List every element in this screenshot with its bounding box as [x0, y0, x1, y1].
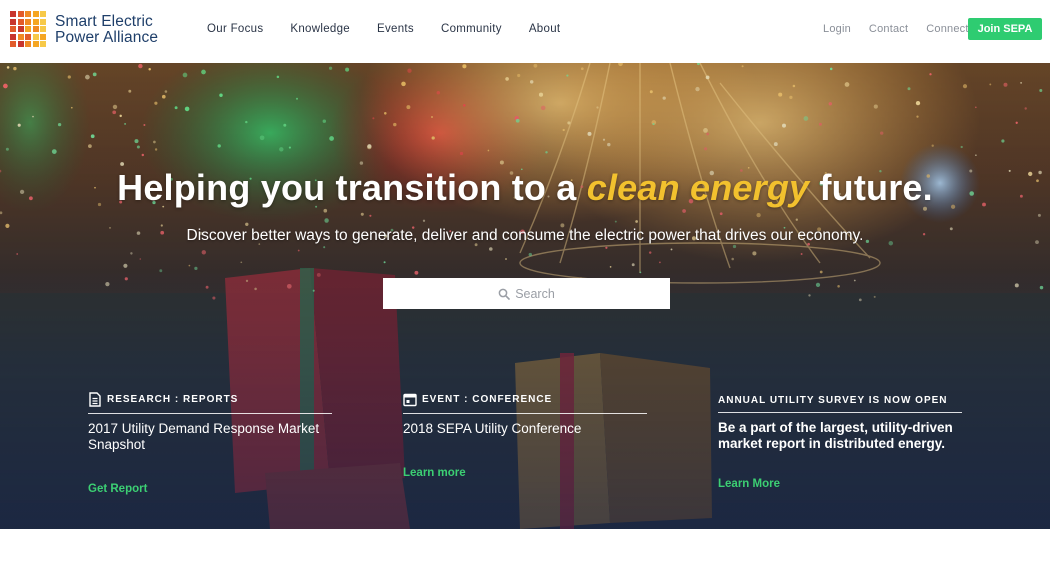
sepa-logo[interactable]: Smart Electric Power Alliance [10, 11, 158, 48]
get-report-link[interactable]: Get Report [88, 483, 147, 495]
nav-community[interactable]: Community [441, 23, 502, 35]
feature-category: ANNUAL UTILITY SURVEY IS NOW OPEN [718, 392, 962, 408]
feature-event-conference: EVENT : CONFERENCE 2018 SEPA Utility Con… [403, 391, 647, 437]
hero-title-end: future. [809, 167, 933, 208]
site-header: Smart Electric Power Alliance Our Focus … [0, 0, 1050, 63]
hero-banner: Helping you transition to a clean energy… [0, 63, 1050, 529]
feature-title: 2018 SEPA Utility Conference [403, 421, 582, 436]
feature-category: RESEARCH : REPORTS [88, 391, 332, 407]
logo-text: Smart Electric Power Alliance [55, 12, 159, 46]
learn-more-survey-link[interactable]: Learn More [718, 478, 780, 490]
divider [403, 413, 647, 414]
main-nav: Our Focus Knowledge Events Community Abo… [207, 23, 587, 35]
hero-search-input[interactable]: Search [383, 278, 670, 309]
search-placeholder: Search [515, 286, 555, 301]
feature-title: Be a part of the largest, utility-driven… [718, 420, 953, 451]
contact-link[interactable]: Contact [869, 23, 908, 35]
feature-category: EVENT : CONFERENCE [403, 391, 647, 407]
document-icon [89, 391, 101, 407]
feature-utility-survey: ANNUAL UTILITY SURVEY IS NOW OPEN Be a p… [718, 392, 962, 452]
search-icon [498, 288, 510, 300]
feature-category-label: ANNUAL UTILITY SURVEY IS NOW OPEN [718, 394, 948, 406]
join-sepa-button[interactable]: Join SEPA [968, 18, 1042, 40]
hero-title: Helping you transition to a clean energy… [0, 167, 1050, 209]
calendar-icon [403, 393, 417, 406]
feature-research-report: RESEARCH : REPORTS 2017 Utility Demand R… [88, 391, 332, 453]
divider [88, 413, 332, 414]
nav-our-focus[interactable]: Our Focus [207, 23, 263, 35]
feature-category-label: EVENT : CONFERENCE [422, 393, 553, 405]
logo-line-2: Power Alliance [55, 28, 159, 46]
divider [718, 412, 962, 413]
nav-about[interactable]: About [529, 23, 561, 35]
grid-squares-logo-icon [10, 11, 47, 48]
nav-knowledge[interactable]: Knowledge [290, 23, 350, 35]
nav-events[interactable]: Events [377, 23, 414, 35]
hero-title-start: Helping you transition to a [117, 167, 587, 208]
login-link[interactable]: Login [823, 23, 851, 35]
utility-nav: Login Contact Connect [823, 23, 987, 35]
connect-link[interactable]: Connect [926, 23, 968, 35]
feature-title: 2017 Utility Demand Response Market Snap… [88, 421, 320, 452]
feature-category-label: RESEARCH : REPORTS [107, 393, 239, 405]
hero-subtitle: Discover better ways to generate, delive… [186, 227, 864, 244]
logo-line-1: Smart Electric [55, 12, 153, 30]
hero-title-highlight: clean energy [586, 167, 810, 208]
learn-more-conference-link[interactable]: Learn more [403, 467, 466, 479]
